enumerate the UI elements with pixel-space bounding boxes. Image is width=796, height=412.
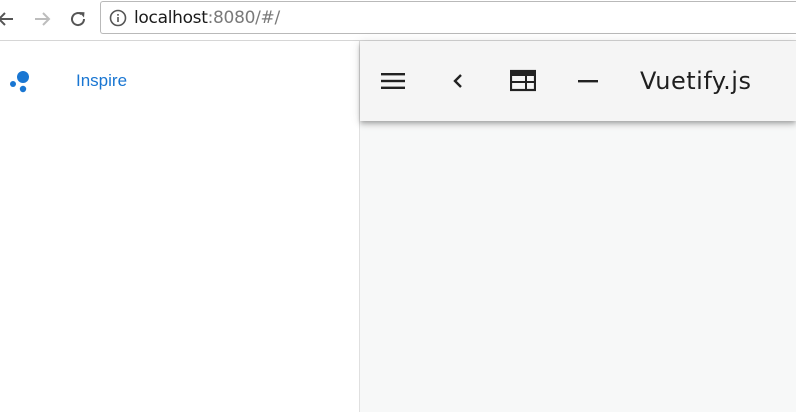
web-icon[interactable] (510, 69, 536, 93)
app-toolbar: Vuetify.js (360, 41, 796, 121)
toolbar-title: Vuetify.js (640, 67, 752, 95)
remove-icon[interactable] (575, 69, 601, 93)
url-text[interactable]: localhost:8080/#/ (134, 8, 280, 28)
reload-icon[interactable] (66, 7, 90, 31)
bubble-chart-icon (8, 71, 32, 93)
drawer-item-label: Inspire (76, 71, 128, 90)
url-host: localhost (134, 8, 208, 28)
chevron-left-icon[interactable] (445, 69, 471, 93)
main-content (360, 121, 796, 412)
menu-icon[interactable] (380, 69, 406, 93)
navigation-drawer: Inspire (0, 41, 360, 412)
arrow-right-icon[interactable] (30, 7, 54, 31)
address-bar[interactable]: localhost:8080/#/ (100, 1, 796, 34)
url-path: :8080/#/ (207, 8, 281, 28)
info-circle-icon[interactable] (109, 9, 127, 27)
drawer-item-inspire[interactable]: Inspire (0, 59, 359, 103)
browser-toolbar: localhost:8080/#/ (0, 0, 796, 41)
arrow-left-icon[interactable] (0, 7, 18, 31)
